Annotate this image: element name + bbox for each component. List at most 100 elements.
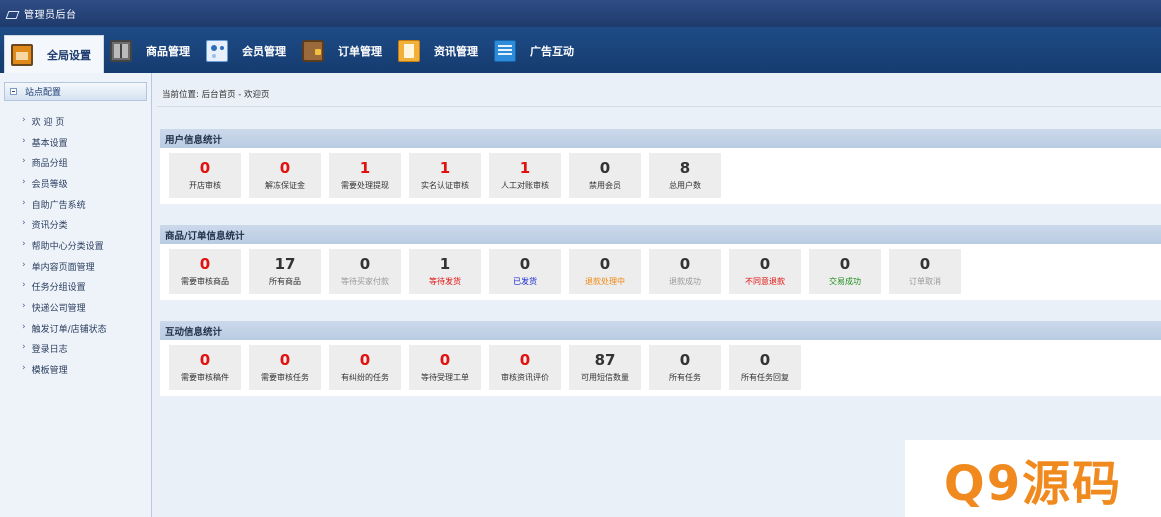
chevron-right-icon: › <box>22 280 26 291</box>
stat-card[interactable]: 1 实名认证审核 <box>409 153 481 198</box>
stat-card[interactable]: 0 等待受理工单 <box>409 345 481 390</box>
stat-card[interactable]: 0 所有任务 <box>649 345 721 390</box>
stat-value: 0 <box>519 255 531 273</box>
sidebar-item-goods-groups[interactable]: › 商品分组 <box>0 152 151 173</box>
stat-label: 所有任务 <box>669 373 701 382</box>
nav-tab-label: 订单管理 <box>338 45 382 58</box>
stat-card[interactable]: 1 需要处理提现 <box>329 153 401 198</box>
stat-card[interactable]: 0 禁用会员 <box>569 153 641 198</box>
ad-icon <box>494 40 516 62</box>
sidebar-item-label: 会员等级 <box>31 179 68 190</box>
nav-tab-global-settings[interactable]: 全局设置 <box>4 35 104 73</box>
stat-card[interactable]: 0 审核资讯评价 <box>489 345 561 390</box>
stats-row: 0 需要审核商品 17 所有商品 0 等待买家付款 1 等待发货 0 已发货 0 退款处理中… <box>160 244 1161 300</box>
sidebar-item-single-pages[interactable]: › 单内容页面管理 <box>0 256 151 277</box>
chevron-right-icon: › <box>22 176 26 187</box>
nav-tab-goods[interactable]: 商品管理 <box>104 33 200 69</box>
stat-card[interactable]: 0 交易成功 <box>809 249 881 294</box>
sidebar-item-label: 登录日志 <box>31 345 68 356</box>
divider <box>157 106 1161 107</box>
stat-card[interactable]: 0 需要审核稿件 <box>169 345 241 390</box>
sidebar-group-header[interactable]: 站点配置 <box>4 82 147 101</box>
stat-value: 0 <box>679 255 691 273</box>
sidebar-item-label: 商品分组 <box>31 159 68 170</box>
user-stats-section: 用户信息统计 0 开店审核 0 解冻保证金 1 需要处理提现 1 实名认证审核 1 人工对… <box>160 129 1161 204</box>
sidebar-item-label: 基本设置 <box>31 138 68 149</box>
stat-value: 8 <box>679 159 691 177</box>
collapse-icon[interactable] <box>10 88 17 95</box>
stat-value: 1 <box>359 159 371 177</box>
sidebar-item-label: 欢 迎 页 <box>31 117 65 128</box>
goods-icon <box>110 40 132 62</box>
nav-tab-ads[interactable]: 广告互动 <box>488 33 584 69</box>
stat-value: 1 <box>439 255 451 273</box>
stat-card[interactable]: 0 所有任务回复 <box>729 345 801 390</box>
stat-card[interactable]: 0 有纠纷的任务 <box>329 345 401 390</box>
stat-card[interactable]: 0 解冻保证金 <box>249 153 321 198</box>
sidebar-item-label: 单内容页面管理 <box>31 262 95 273</box>
sidebar-item-member-levels[interactable]: › 会员等级 <box>0 173 151 194</box>
sidebar-item-help-categories[interactable]: › 帮助中心分类设置 <box>0 235 151 256</box>
stat-card[interactable]: 1 人工对账审核 <box>489 153 561 198</box>
stat-value: 0 <box>919 255 931 273</box>
stat-label: 需要审核商品 <box>181 277 229 286</box>
chevron-right-icon: › <box>22 156 26 167</box>
chevron-right-icon: › <box>22 218 26 229</box>
stat-label: 人工对账审核 <box>501 181 549 190</box>
sidebar-item-basic-settings[interactable]: › 基本设置 <box>0 132 151 153</box>
sidebar-item-task-groups[interactable]: › 任务分组设置 <box>0 277 151 298</box>
stat-label: 等待发货 <box>429 277 461 286</box>
sidebar-item-templates[interactable]: › 模板管理 <box>0 359 151 380</box>
news-icon <box>398 40 420 62</box>
section-title: 商品/订单信息统计 <box>160 225 1161 244</box>
sidebar-item-couriers[interactable]: › 快递公司管理 <box>0 297 151 318</box>
nav-tab-label: 商品管理 <box>146 45 190 58</box>
chevron-right-icon: › <box>22 135 26 146</box>
chevron-right-icon: › <box>22 321 26 332</box>
stat-card[interactable]: 1 等待发货 <box>409 249 481 294</box>
app-title: 管理员后台 <box>24 10 77 21</box>
sidebar-item-label: 快递公司管理 <box>31 304 86 315</box>
stat-label: 开店审核 <box>189 181 221 190</box>
stat-label: 需要审核任务 <box>261 373 309 382</box>
nav-tab-members[interactable]: 会员管理 <box>200 33 296 69</box>
sidebar-item-welcome[interactable]: › 欢 迎 页 <box>0 111 151 132</box>
stat-value: 0 <box>199 351 211 369</box>
stat-label: 需要处理提现 <box>341 181 389 190</box>
stat-label: 总用户数 <box>669 181 701 190</box>
nav-tab-orders[interactable]: 订单管理 <box>296 33 392 69</box>
stat-card[interactable]: 0 已发货 <box>489 249 561 294</box>
stat-value: 0 <box>359 351 371 369</box>
sidebar-item-trigger-status[interactable]: › 触发订单/店铺状态 <box>0 318 151 339</box>
stat-label: 禁用会员 <box>589 181 621 190</box>
nav-tab-news[interactable]: 资讯管理 <box>392 33 488 69</box>
stat-card[interactable]: 0 开店审核 <box>169 153 241 198</box>
stat-value: 0 <box>279 351 291 369</box>
main-nav: 全局设置 商品管理 会员管理 订单管理 资讯管理 广告互动 <box>0 27 1161 73</box>
section-title: 互动信息统计 <box>160 321 1161 340</box>
stat-card[interactable]: 0 订单取消 <box>889 249 961 294</box>
nav-tab-label: 资讯管理 <box>434 45 478 58</box>
stat-value: 0 <box>679 351 691 369</box>
stat-card[interactable]: 87 可用短信数量 <box>569 345 641 390</box>
stat-card[interactable]: 0 退款成功 <box>649 249 721 294</box>
stat-card[interactable]: 0 退款处理中 <box>569 249 641 294</box>
stat-card[interactable]: 0 等待买家付款 <box>329 249 401 294</box>
sidebar-item-label: 触发订单/店铺状态 <box>31 324 107 335</box>
stat-card[interactable]: 17 所有商品 <box>249 249 321 294</box>
sidebar-item-login-log[interactable]: › 登录日志 <box>0 339 151 360</box>
stat-value: 1 <box>439 159 451 177</box>
stat-card[interactable]: 0 不同意退款 <box>729 249 801 294</box>
stat-value: 0 <box>759 255 771 273</box>
stat-card[interactable]: 0 需要审核任务 <box>249 345 321 390</box>
chevron-right-icon: › <box>22 363 26 374</box>
stat-label: 可用短信数量 <box>581 373 629 382</box>
stat-card[interactable]: 0 需要审核商品 <box>169 249 241 294</box>
stat-card[interactable]: 8 总用户数 <box>649 153 721 198</box>
stat-label: 退款处理中 <box>585 277 625 286</box>
stat-label: 等待买家付款 <box>341 277 389 286</box>
sidebar-item-self-ads[interactable]: › 自助广告系统 <box>0 194 151 215</box>
stat-label: 退款成功 <box>669 277 701 286</box>
sidebar-item-news-categories[interactable]: › 资讯分类 <box>0 214 151 235</box>
stat-label: 订单取消 <box>909 277 941 286</box>
